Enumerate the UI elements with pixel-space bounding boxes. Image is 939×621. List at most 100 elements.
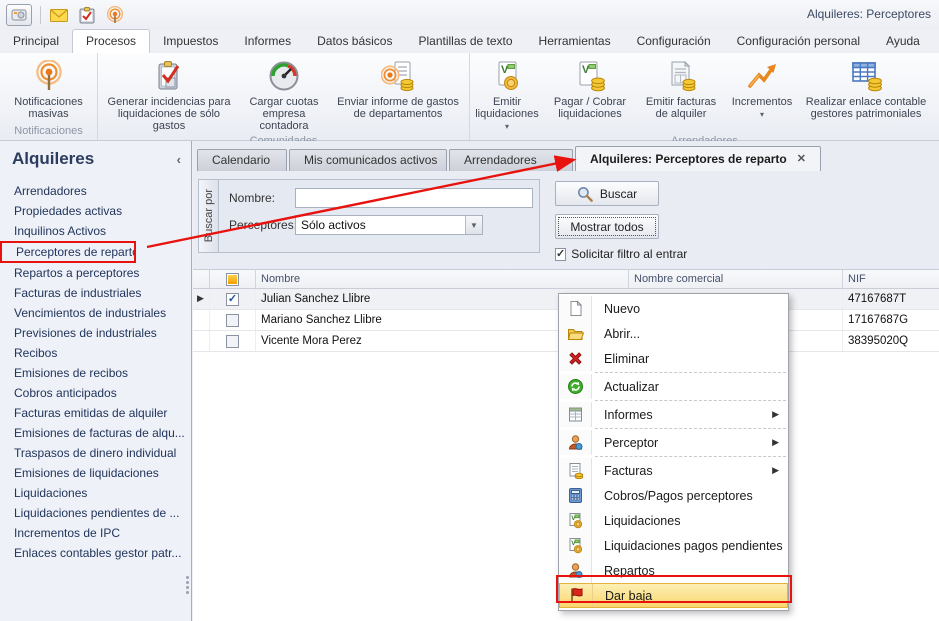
- context-menu-item-facturas[interactable]: Facturas ▶: [559, 458, 788, 483]
- tab-calendario[interactable]: Calendario: [197, 149, 287, 171]
- menu-tab-configuracion-personal[interactable]: Configuración personal: [724, 30, 873, 53]
- sidebar-item-facturas-emitidas[interactable]: Facturas emitidas de alquiler: [0, 403, 191, 423]
- context-menu-item-actualizar[interactable]: Actualizar: [559, 374, 788, 399]
- context-menu-item-liquidaciones-pendientes[interactable]: V Liquidaciones pagos pendientes: [559, 533, 788, 558]
- sidebar-alquileres: Alquileres ‹ Arrendadores Propiedades ac…: [0, 141, 192, 621]
- ribbon-group-comunidades: Generar incidencias para liquidaciones d…: [98, 53, 470, 140]
- menu-tab-herramientas[interactable]: Herramientas: [526, 30, 624, 53]
- generar-incidencias-button[interactable]: Generar incidencias para liquidaciones d…: [99, 55, 239, 132]
- menu-tab-principal[interactable]: Principal: [0, 30, 72, 53]
- pagar-cobrar-liquidaciones-button[interactable]: V Pagar / Cobrar liquidaciones: [543, 55, 637, 132]
- solicitar-filtro-checkbox[interactable]: ✓: [555, 248, 566, 261]
- sidebar-item-repartos-a-perceptores[interactable]: Repartos a perceptores: [0, 263, 191, 283]
- ribbon-group-label: Notificaciones: [0, 124, 97, 140]
- sidebar-item-recibos[interactable]: Recibos: [0, 343, 191, 363]
- incrementos-button[interactable]: Incrementos▾: [725, 55, 799, 132]
- column-header-nombre[interactable]: Nombre: [256, 270, 629, 288]
- sidebar-item-incrementos-ipc[interactable]: Incrementos de IPC: [0, 523, 191, 543]
- sidebar-item-liquidaciones-pendientes[interactable]: Liquidaciones pendientes de ...: [0, 503, 191, 523]
- mostrar-todos-button[interactable]: Mostrar todos: [555, 214, 659, 239]
- notifications-button[interactable]: [105, 5, 125, 25]
- sidebar-item-vencimientos-industriales[interactable]: Vencimientos de industriales: [0, 303, 191, 323]
- tab-alquileres-perceptores-de-reparto[interactable]: Alquileres: Perceptores de reparto ✕: [575, 146, 821, 171]
- report-icon: [567, 406, 584, 423]
- ribbon-button-label: Incrementos: [732, 96, 793, 108]
- cargar-cuotas-button[interactable]: Cargar cuotas empresa contadora: [239, 55, 329, 132]
- column-header-nif[interactable]: NIF: [843, 270, 939, 288]
- delete-x-icon: [567, 350, 584, 367]
- sidebar-item-previsiones-industriales[interactable]: Previsiones de industriales: [0, 323, 191, 343]
- context-menu-item-nuevo[interactable]: Nuevo: [559, 296, 788, 321]
- calculator-icon: [567, 487, 584, 504]
- sidebar-collapse-icon[interactable]: ‹: [177, 152, 181, 167]
- emitir-liquidaciones-button[interactable]: V Emitir liquidaciones ▾: [471, 55, 543, 132]
- sidebar-item-perceptores-de-reparto[interactable]: Perceptores de reparto: [0, 241, 136, 263]
- solicitar-filtro-checkbox-row: ✓ Solicitar filtro al entrar: [555, 247, 665, 261]
- menu-tab-datos-basicos[interactable]: Datos básicos: [304, 30, 405, 53]
- sidebar-item-emisiones-facturas[interactable]: Emisiones de facturas de alqu...: [0, 423, 191, 443]
- sidebar-item-emisiones-recibos[interactable]: Emisiones de recibos: [0, 363, 191, 383]
- context-menu-item-repartos[interactable]: Repartos: [559, 558, 788, 583]
- gauge-icon: [268, 58, 300, 94]
- ribbon-button-label: Cargar cuotas empresa contadora: [243, 96, 325, 132]
- tab-close-icon[interactable]: ✕: [797, 147, 806, 171]
- context-menu-item-abrir[interactable]: Abrir...: [559, 321, 788, 346]
- context-menu-item-perceptor[interactable]: Perceptor ▶: [559, 430, 788, 455]
- submenu-arrow-icon: ▶: [772, 409, 788, 420]
- header-select-all-checkbox-cell: [210, 270, 256, 288]
- sidebar-item-arrendadores[interactable]: Arrendadores: [0, 181, 191, 201]
- mostrar-todos-label: Mostrar todos: [570, 220, 643, 234]
- tab-mis-comunicados-activos[interactable]: Mis comunicados activos: [289, 149, 447, 171]
- cell-nif: 47167687T: [843, 289, 939, 309]
- mail-envelope-icon: [50, 9, 68, 22]
- row-indicator: ▶: [193, 289, 210, 309]
- menu-tab-plantillas[interactable]: Plantillas de texto: [405, 30, 525, 53]
- enviar-informe-gastos-button[interactable]: Enviar informe de gastos de departamento…: [329, 55, 467, 132]
- menu-tab-informes[interactable]: Informes: [231, 30, 304, 53]
- sidebar-item-emisiones-liquidaciones[interactable]: Emisiones de liquidaciones: [0, 463, 191, 483]
- menu-separator: [595, 400, 786, 401]
- row-checkbox[interactable]: [226, 335, 239, 348]
- sidebar-item-cobros-anticipados[interactable]: Cobros anticipados: [0, 383, 191, 403]
- column-header-nombre-comercial[interactable]: Nombre comercial: [629, 270, 843, 288]
- ribbon-button-label: Emitir facturas de alquiler: [641, 96, 721, 120]
- context-menu-item-eliminar[interactable]: Eliminar: [559, 346, 788, 371]
- sidebar-resize-grip[interactable]: [186, 576, 189, 594]
- sidebar-item-liquidaciones[interactable]: Liquidaciones: [0, 483, 191, 503]
- dropdown-arrow-icon: ▾: [505, 122, 509, 131]
- increase-arrow-icon: [746, 58, 778, 94]
- menu-tab-configuracion[interactable]: Configuración: [624, 30, 724, 53]
- sidebar-item-enlaces-contables[interactable]: Enlaces contables gestor patr...: [0, 543, 191, 563]
- enlace-contable-button[interactable]: Realizar enlace contable gestores patrim…: [799, 55, 933, 132]
- buscar-por-label: Buscar por: [203, 189, 215, 242]
- notificaciones-masivas-button[interactable]: Notificaciones masivas: [1, 55, 96, 122]
- perceptores-dropdown[interactable]: Sólo activos ▼: [295, 215, 483, 235]
- chevron-down-icon[interactable]: ▼: [465, 216, 482, 234]
- buscar-por-strip[interactable]: Buscar por: [199, 180, 219, 252]
- mail-button[interactable]: [49, 5, 69, 25]
- context-menu-item-liquidaciones[interactable]: V Liquidaciones: [559, 508, 788, 533]
- sidebar-item-propiedades-activas[interactable]: Propiedades activas: [0, 201, 191, 221]
- broadcast-icon: [34, 58, 64, 94]
- app-menu-button[interactable]: [6, 4, 32, 26]
- invoice-coins-icon: [665, 58, 697, 94]
- menu-tab-procesos[interactable]: Procesos: [72, 29, 150, 53]
- sidebar-item-facturas-industriales[interactable]: Facturas de industriales: [0, 283, 191, 303]
- menu-tab-impuestos[interactable]: Impuestos: [150, 30, 231, 53]
- buscar-button[interactable]: Buscar: [555, 181, 659, 206]
- row-checkbox[interactable]: ✓: [226, 293, 239, 306]
- filter-panel: Buscar por Nombre: Perceptores: Sólo act…: [198, 179, 540, 253]
- sidebar-item-traspasos-dinero[interactable]: Traspasos de dinero individual: [0, 443, 191, 463]
- menu-tab-ayuda[interactable]: Ayuda: [873, 30, 933, 53]
- tasks-button[interactable]: [77, 5, 97, 25]
- context-menu-item-informes[interactable]: Informes ▶: [559, 402, 788, 427]
- emitir-facturas-button[interactable]: Emitir facturas de alquiler: [637, 55, 725, 132]
- select-all-checkbox[interactable]: [226, 273, 239, 286]
- tab-arrendadores[interactable]: Arrendadores: [449, 149, 573, 171]
- context-menu-item-dar-baja[interactable]: Dar baja: [559, 583, 788, 608]
- nombre-label: Nombre:: [229, 191, 295, 205]
- nombre-input[interactable]: [295, 188, 533, 208]
- row-checkbox[interactable]: [226, 314, 239, 327]
- sidebar-item-inquilinos-activos[interactable]: Inquilinos Activos: [0, 221, 191, 241]
- context-menu-item-cobros-pagos[interactable]: Cobros/Pagos perceptores: [559, 483, 788, 508]
